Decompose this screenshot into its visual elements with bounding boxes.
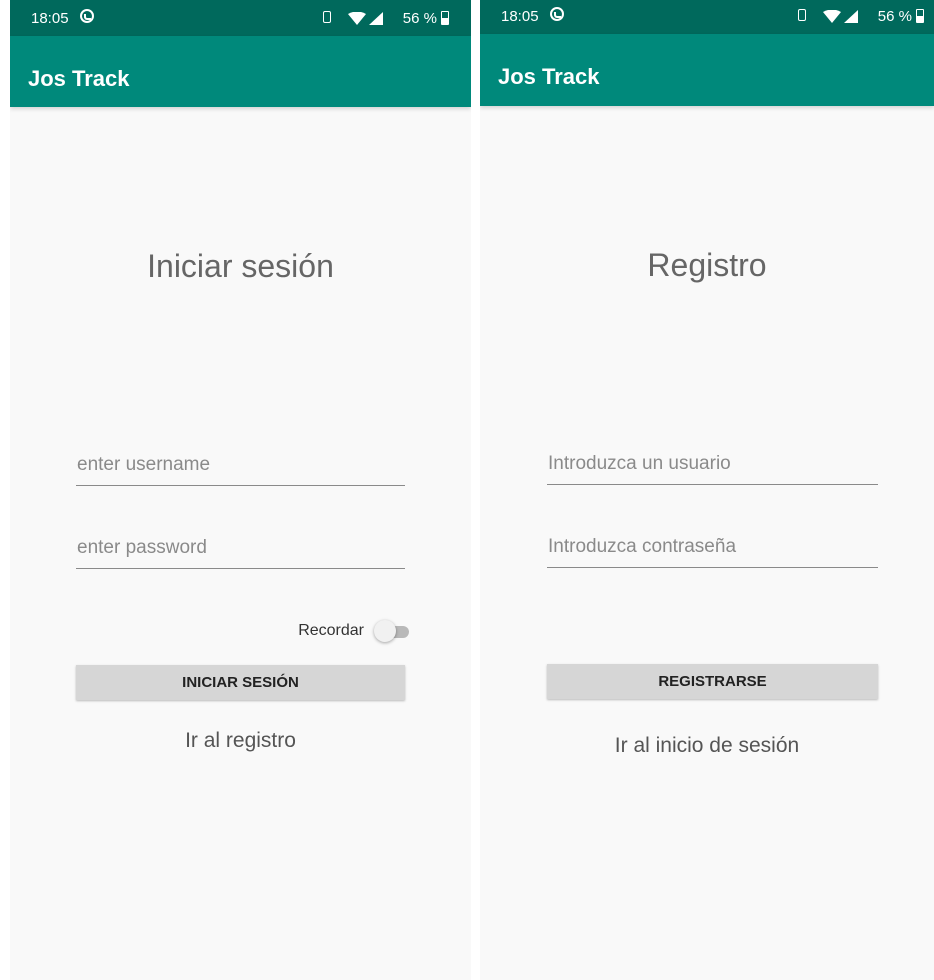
password-field	[76, 534, 405, 569]
whatsapp-icon	[550, 7, 564, 21]
battery-icon	[916, 9, 924, 23]
status-time: 18:05	[31, 10, 69, 27]
username-input[interactable]	[76, 451, 405, 485]
remember-label: Recordar	[298, 622, 364, 639]
username-field	[547, 450, 878, 485]
page-title: Iniciar sesión	[147, 248, 334, 284]
status-icons: 56 %	[319, 9, 449, 27]
app-bar: Jos Track	[10, 36, 471, 107]
wifi-icon	[348, 12, 366, 25]
battery-percent: 56 %	[402, 10, 437, 27]
toggle-thumb	[374, 620, 396, 642]
vibrate-icon	[323, 11, 331, 23]
status-bar: 18:05 56 %	[480, 0, 934, 34]
remember-row: Recordar	[298, 620, 410, 642]
register-button[interactable]: REGISTRARSE	[547, 664, 878, 699]
go-to-login-link[interactable]: Ir al inicio de sesión	[480, 734, 934, 758]
battery-percent: 56 %	[877, 8, 912, 25]
signal-icon	[844, 10, 858, 23]
battery-icon	[441, 11, 449, 25]
signal-icon	[369, 12, 383, 25]
whatsapp-icon	[80, 9, 94, 23]
username-input[interactable]	[547, 450, 878, 484]
page-title: Registro	[647, 247, 767, 283]
wifi-icon	[823, 10, 841, 23]
go-to-register-link[interactable]: Ir al registro	[10, 729, 471, 753]
password-input[interactable]	[547, 533, 878, 567]
status-time: 18:05	[501, 8, 539, 25]
status-bar: 18:05 56 %	[10, 0, 471, 36]
password-input[interactable]	[76, 534, 405, 568]
password-field	[547, 533, 878, 568]
app-title: Jos Track	[498, 64, 600, 89]
username-field	[76, 451, 405, 486]
login-button[interactable]: INICIAR SESIÓN	[76, 665, 405, 700]
register-screen: 18:05 56 % Jos Track Registro REGISTRARS…	[480, 0, 934, 980]
login-screen: 18:05 56 % Jos Track Iniciar sesión Reco…	[10, 0, 471, 980]
app-title: Jos Track	[28, 66, 130, 91]
status-icons: 56 %	[794, 7, 924, 25]
remember-toggle[interactable]	[374, 620, 410, 642]
app-bar: Jos Track	[480, 34, 934, 106]
vibrate-icon	[798, 9, 806, 21]
